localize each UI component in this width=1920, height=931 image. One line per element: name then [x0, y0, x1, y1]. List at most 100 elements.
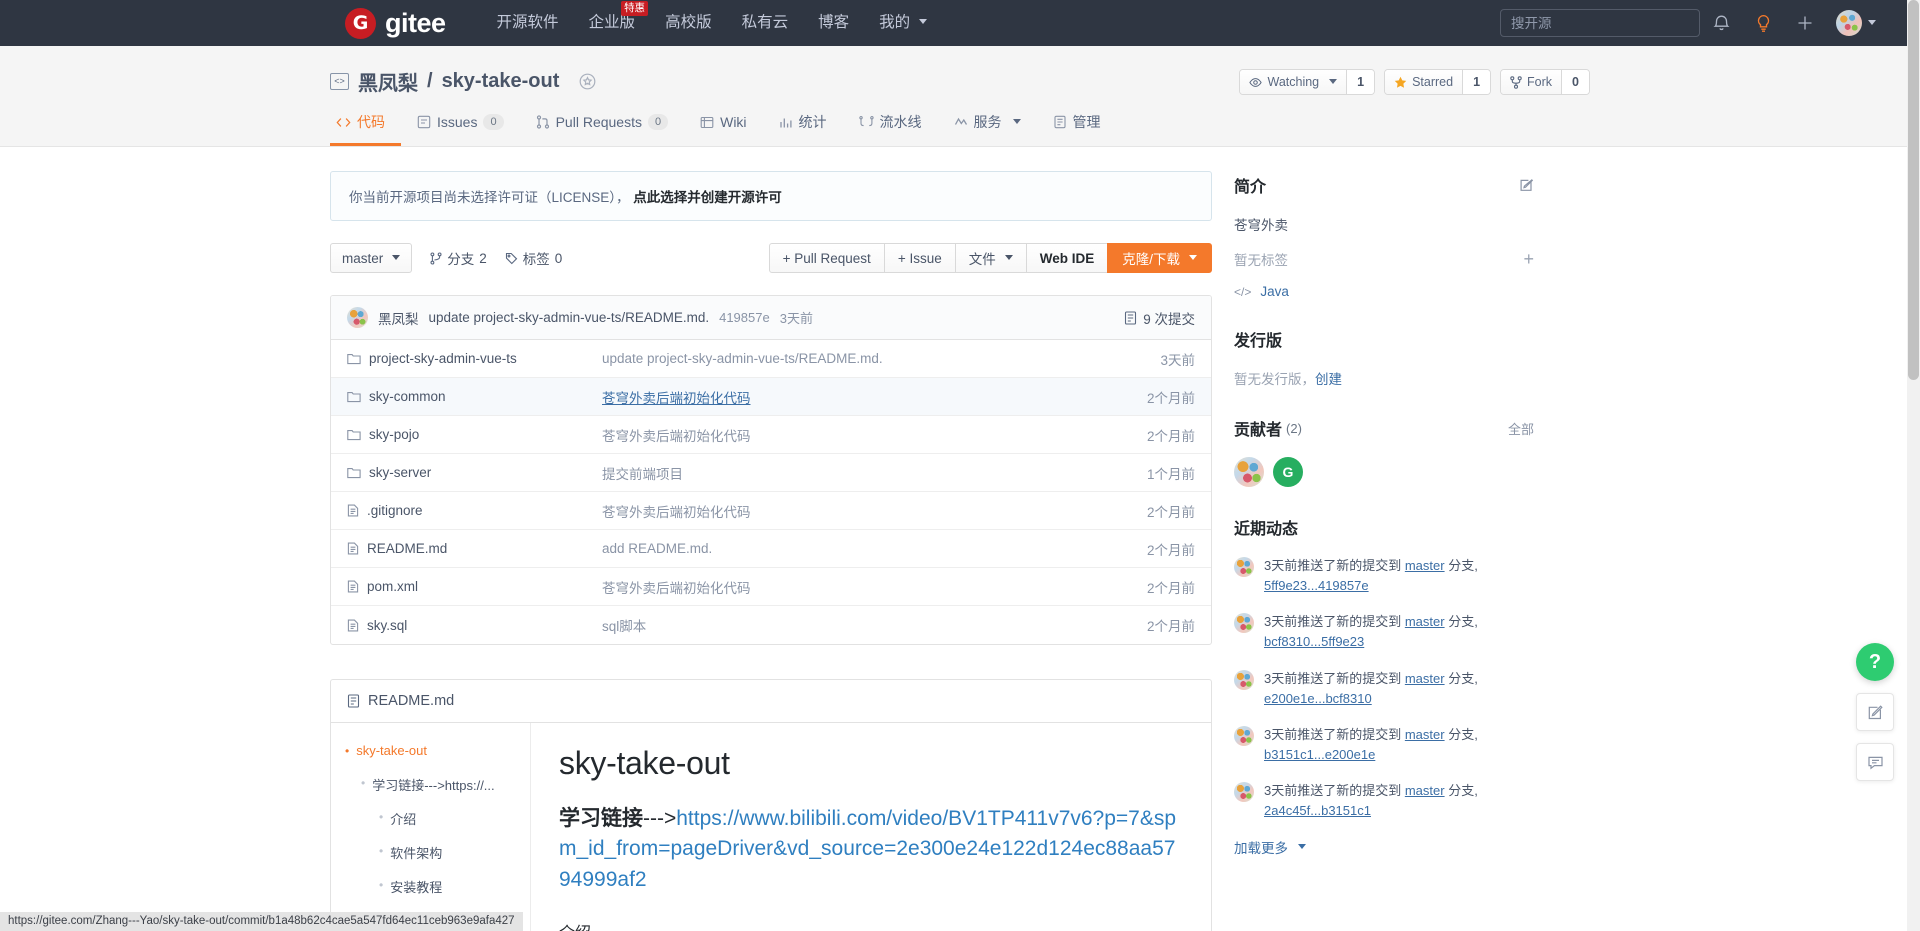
file-commit-link[interactable]: sql脚本	[602, 619, 646, 634]
load-more-button[interactable]: 加载更多	[1234, 837, 1534, 857]
toc-item[interactable]: • 介绍	[345, 809, 520, 828]
toc-item[interactable]: • 安装教程	[345, 877, 520, 896]
contributor-avatar[interactable]: G	[1273, 457, 1303, 487]
activity-branch-link[interactable]: master	[1405, 783, 1445, 798]
fork-button[interactable]: Fork	[1501, 70, 1562, 94]
file-link[interactable]: sky-common	[369, 389, 446, 404]
activity-avatar[interactable]	[1234, 725, 1254, 746]
nav-item-university[interactable]: 高校版	[650, 0, 727, 46]
nav-item-blog[interactable]: 博客	[803, 0, 864, 46]
commit-author-avatar[interactable]	[347, 307, 368, 328]
table-row[interactable]: sky-pojo 苍穹外卖后端初始化代码 2个月前	[331, 416, 1211, 454]
starred-count[interactable]: 1	[1462, 70, 1491, 94]
commit-message[interactable]: update project-sky-admin-vue-ts/README.m…	[429, 310, 710, 325]
file-link[interactable]: sky.sql	[367, 618, 407, 633]
activity-avatar[interactable]	[1234, 557, 1254, 577]
tab-code[interactable]: 代码	[330, 112, 401, 146]
activity-sha-link[interactable]: bcf8310...5ff9e23	[1264, 634, 1364, 649]
clone-download-button[interactable]: 克隆/下载	[1107, 243, 1212, 273]
toc-item[interactable]: • 软件架构	[345, 843, 520, 862]
tab-pull-requests[interactable]: Pull Requests 0	[520, 114, 685, 144]
contributor-avatar[interactable]	[1234, 457, 1264, 487]
file-link[interactable]: .gitignore	[367, 503, 423, 518]
table-row[interactable]: .gitignore 苍穹外卖后端初始化代码 2个月前	[331, 492, 1211, 530]
create-release-link[interactable]: 创建	[1315, 368, 1342, 388]
tab-pipeline[interactable]: 流水线	[843, 112, 938, 146]
watching-button[interactable]: Watching	[1240, 70, 1347, 94]
file-link[interactable]: sky-pojo	[369, 427, 419, 442]
table-row[interactable]: project-sky-admin-vue-ts update project-…	[331, 340, 1211, 378]
activity-sha-link[interactable]: b3151c1...e200e1e	[1264, 747, 1375, 762]
tab-issues[interactable]: Issues 0	[401, 114, 520, 144]
table-row[interactable]: sky-common 苍穹外卖后端初始化代码 2个月前	[331, 378, 1211, 416]
activity-branch-link[interactable]: master	[1405, 727, 1445, 742]
fork-button-group[interactable]: Fork 0	[1500, 69, 1590, 95]
avatar[interactable]	[1836, 10, 1862, 36]
fork-count[interactable]: 0	[1561, 70, 1589, 94]
file-link[interactable]: sky-server	[369, 465, 431, 480]
file-commit-link[interactable]: add README.md.	[602, 541, 712, 556]
create-license-link[interactable]: 点此选择并创建开源许可	[633, 190, 782, 205]
plus-icon[interactable]	[1784, 0, 1826, 46]
commit-sha[interactable]: 419857e	[719, 310, 770, 325]
new-issue-button[interactable]: + Issue	[883, 243, 956, 273]
files-menu-button[interactable]: 文件	[954, 243, 1027, 273]
star-button-group[interactable]: Starred 1	[1384, 69, 1492, 95]
file-commit-link[interactable]: 提交前端项目	[602, 467, 683, 482]
file-commit-link[interactable]: 苍穹外卖后端初始化代码	[602, 391, 751, 406]
repo-owner-link[interactable]: 黑凤梨	[358, 67, 418, 96]
activity-sha-link[interactable]: 2a4c45f...b3151c1	[1264, 803, 1371, 818]
gitee-logo[interactable]: G gitee	[345, 7, 446, 39]
starred-button[interactable]: Starred	[1385, 70, 1463, 94]
file-link[interactable]: project-sky-admin-vue-ts	[369, 351, 517, 366]
nav-item-mine[interactable]: 我的	[864, 0, 942, 46]
repo-name-link[interactable]: sky-take-out	[442, 70, 560, 93]
nav-item-privatecloud[interactable]: 私有云	[727, 0, 804, 46]
file-link[interactable]: pom.xml	[367, 579, 418, 594]
chevron-down-icon[interactable]	[1868, 19, 1876, 25]
activity-branch-link[interactable]: master	[1405, 558, 1445, 573]
nav-item-opensource[interactable]: 开源软件	[482, 0, 574, 46]
toc-item[interactable]: • 学习链接--->https://...	[345, 775, 520, 794]
table-row[interactable]: pom.xml 苍穹外卖后端初始化代码 2个月前	[331, 568, 1211, 606]
activity-sha-link[interactable]: e200e1e...bcf8310	[1264, 691, 1372, 706]
tab-wiki[interactable]: Wiki	[684, 114, 762, 144]
contributors-all-link[interactable]: 全部	[1508, 419, 1534, 438]
page-scrollbar-track[interactable]	[1907, 0, 1920, 931]
table-row[interactable]: sky.sql sql脚本 2个月前	[331, 606, 1211, 644]
new-pull-request-button[interactable]: + Pull Request	[768, 243, 885, 273]
commits-count-link[interactable]: 9 次提交	[1124, 308, 1195, 328]
file-link[interactable]: README.md	[367, 541, 447, 556]
tags-link[interactable]: 标签 0	[505, 248, 562, 268]
table-row[interactable]: README.md add README.md. 2个月前	[331, 530, 1211, 568]
page-scrollbar-thumb[interactable]	[1908, 0, 1919, 380]
feedback-fab-button[interactable]	[1856, 693, 1894, 731]
file-commit-link[interactable]: 苍穹外卖后端初始化代码	[602, 505, 751, 520]
branch-selector[interactable]: master	[330, 243, 413, 273]
file-commit-link[interactable]: 苍穹外卖后端初始化代码	[602, 429, 751, 444]
tab-manage[interactable]: 管理	[1037, 112, 1117, 146]
repo-badge-icon[interactable]	[578, 72, 597, 91]
activity-avatar[interactable]	[1234, 782, 1254, 803]
tab-stats[interactable]: 统计	[763, 112, 843, 146]
activity-branch-link[interactable]: master	[1405, 614, 1445, 629]
help-fab-button[interactable]: ?	[1856, 643, 1894, 681]
toc-item[interactable]: • sky-take-out	[345, 743, 520, 760]
table-row[interactable]: sky-server 提交前端项目 1个月前	[331, 454, 1211, 492]
web-ide-button[interactable]: Web IDE	[1025, 243, 1109, 273]
activity-avatar[interactable]	[1234, 669, 1254, 690]
file-commit-link[interactable]: update project-sky-admin-vue-ts/README.m…	[602, 351, 883, 366]
repo-language-link[interactable]: Java	[1260, 284, 1289, 299]
watching-count[interactable]: 1	[1346, 70, 1375, 94]
activity-sha-link[interactable]: 5ff9e23...419857e	[1264, 578, 1369, 593]
bell-icon[interactable]	[1700, 0, 1742, 46]
commit-author-name[interactable]: 黑凤梨	[378, 308, 419, 328]
file-commit-link[interactable]: 苍穹外卖后端初始化代码	[602, 581, 751, 596]
branches-link[interactable]: 分支 2	[430, 248, 487, 268]
nav-item-enterprise[interactable]: 企业版 特惠	[574, 0, 651, 46]
search-input[interactable]	[1500, 9, 1700, 37]
activity-branch-link[interactable]: master	[1405, 671, 1445, 686]
chat-fab-button[interactable]	[1856, 743, 1894, 781]
activity-avatar[interactable]	[1234, 613, 1254, 634]
plus-icon[interactable]: +	[1523, 250, 1534, 268]
